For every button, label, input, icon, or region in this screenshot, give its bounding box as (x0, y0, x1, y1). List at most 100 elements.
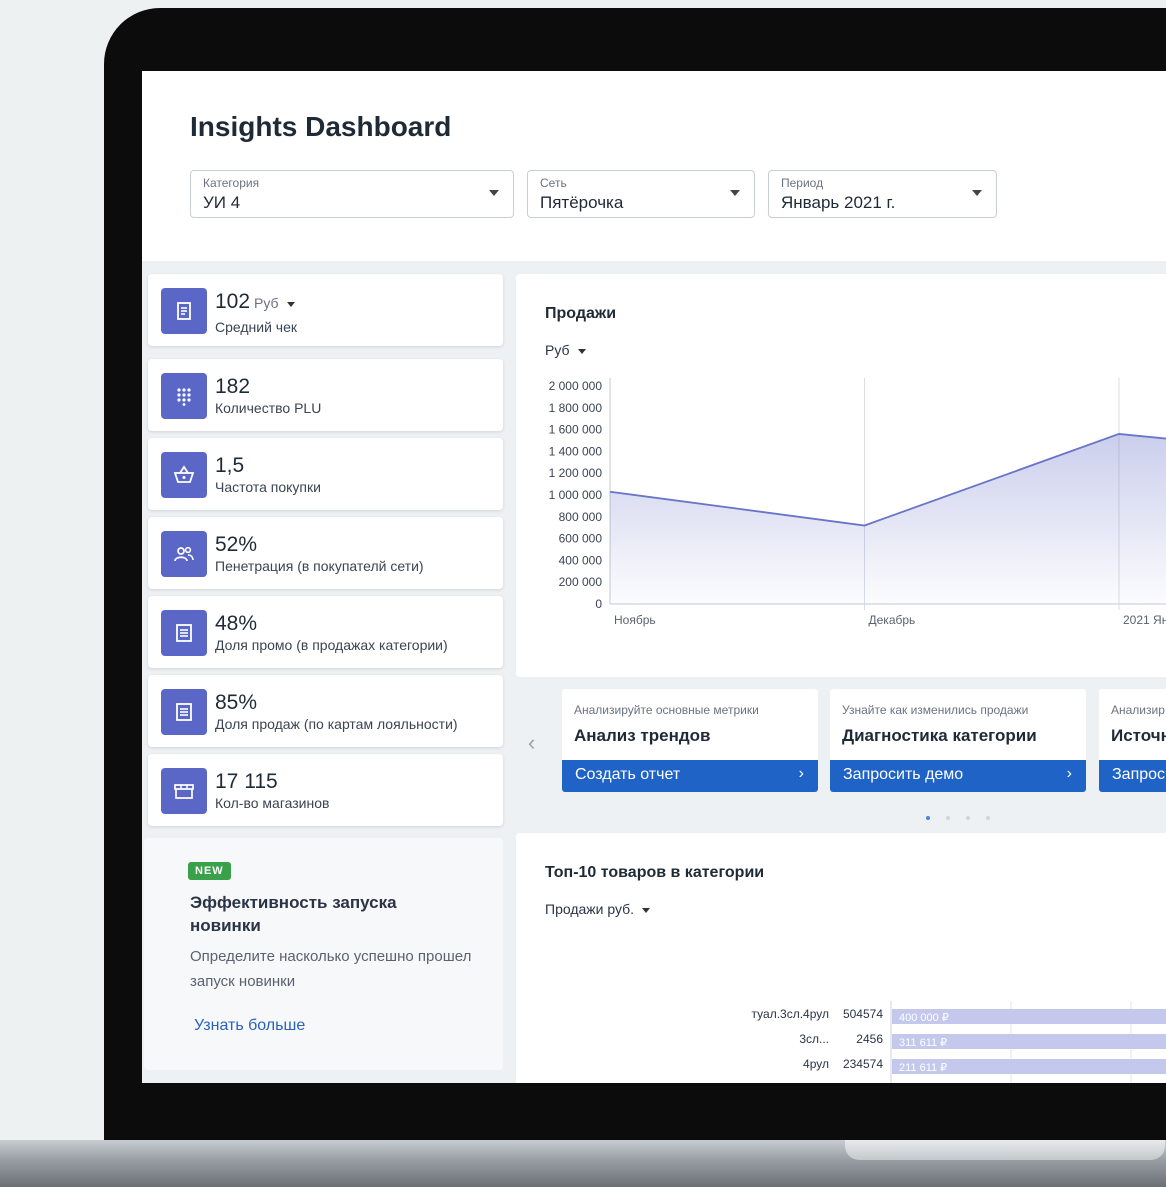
chevron-down-icon (286, 301, 295, 307)
bar-row-name: 4рул (803, 1057, 829, 1071)
network-select-label: Сеть (540, 176, 567, 190)
y-tick-label: 0 (595, 597, 602, 611)
unit-dropdown-label: Руб (254, 295, 279, 311)
y-tick-label: 200 000 (559, 575, 603, 589)
period-select-value: Январь 2021 г. (781, 193, 896, 212)
top10-bar-chart: туал.3сл.4рул 504574 400 000 ₽ 3сл... 2456 31… (752, 1001, 1166, 1083)
button-label: Запросить демо (843, 766, 964, 783)
new-badge: NEW (188, 862, 231, 880)
kpi-value: 52% (215, 533, 258, 556)
kpi-label: Частота покупки (215, 479, 321, 495)
tile-sources: Анализир Источн Запрос (1099, 689, 1166, 792)
kpi-value: 85% (215, 691, 258, 714)
y-tick-label: 400 000 (559, 553, 603, 567)
kpi-value: 48% (215, 612, 258, 635)
tile-subtitle: Анализир (1111, 703, 1165, 717)
pagination-dot[interactable] (926, 816, 930, 820)
bar-row-quantity: 234574 (843, 1057, 883, 1071)
promo-title: Эффективность запуска новинки (190, 893, 397, 935)
kpi-label: Пенетрация (в покупателй сети) (215, 558, 424, 574)
bar-row-quantity: 2456 (856, 1032, 883, 1046)
pagination-dot[interactable] (986, 816, 990, 820)
page-title: Insights Dashboard (190, 111, 452, 142)
category-select-label: Категория (203, 176, 260, 190)
top10-card: Топ-10 товаров в категории Продажи руб. … (516, 833, 1166, 1083)
y-tick-label: 1 400 000 (549, 444, 603, 458)
learn-more-link[interactable]: Узнать больше (194, 1017, 305, 1035)
create-report-button[interactable]: Создать отчет › (562, 760, 818, 792)
request-button[interactable]: Запрос (1099, 760, 1166, 792)
request-demo-button[interactable]: Запросить демо › (830, 760, 1086, 792)
y-tick-label: 1 000 000 (549, 488, 603, 502)
users-icon (161, 531, 207, 577)
chevron-down-icon (489, 190, 499, 196)
tile-title: Диагностика категории (842, 726, 1037, 745)
kpi-value: 1,5 (215, 454, 245, 477)
pagination-dot[interactable] (966, 816, 970, 820)
period-select-label: Период (781, 176, 824, 190)
basket-icon (161, 452, 207, 498)
screen: Insights Dashboard Категория УИ 4 Сеть П… (142, 71, 1166, 1083)
tile-title: Анализ трендов (574, 726, 711, 745)
laptop-base (0, 1140, 1166, 1187)
kpi-plu-count: 182 Количество PLU (148, 359, 503, 431)
y-tick-label: 1 600 000 (549, 423, 603, 437)
period-select[interactable]: Период Январь 2021 г. (768, 170, 997, 218)
receipt-icon (161, 288, 207, 334)
y-tick-label: 600 000 (559, 532, 603, 546)
y-tick-label: 1 200 000 (549, 466, 603, 480)
kpi-label: Доля промо (в продажах категории) (215, 637, 448, 653)
kpi-promo-share: 48% Доля промо (в продажах категории) (148, 596, 503, 668)
kpi-value: 102 (215, 290, 251, 313)
tile-subtitle: Анализируйте основные метрики (574, 703, 759, 717)
chevron-down-icon (730, 190, 740, 196)
network-select-value: Пятёрочка (540, 193, 624, 212)
network-select[interactable]: Сеть Пятёрочка (527, 170, 755, 218)
x-tick-label: Декабрь (869, 613, 916, 627)
bar-row-name: 3сл... (799, 1032, 829, 1046)
bar-row-name: туал.3сл.4рул (752, 1082, 829, 1083)
kpi-value: 182 (215, 375, 251, 398)
bar-value-label: 211 611 ₽ (899, 1062, 947, 1074)
chevron-right-icon: › (798, 765, 804, 782)
unit-dropdown[interactable]: Руб (254, 295, 295, 311)
kpi-value: 17 115 (215, 770, 278, 793)
carousel-pagination (926, 807, 1006, 825)
tile-title: Источн (1111, 726, 1166, 745)
bar-value-label: 311 611 ₽ (899, 1037, 947, 1049)
tile-subtitle: Узнайте как изменились продажи (842, 703, 1029, 717)
bar-row-quantity: 23473 (850, 1082, 884, 1083)
store-icon (161, 768, 207, 814)
chevron-down-icon (972, 190, 982, 196)
header: Insights Dashboard Категория УИ 4 Сеть П… (142, 71, 1166, 261)
kpi-label: Количество PLU (215, 400, 322, 416)
bar-row-quantity: 504574 (843, 1007, 883, 1021)
y-tick-label: 2 000 000 (549, 379, 603, 393)
x-tick-label: 2021 Ян (1123, 613, 1166, 627)
list-icon (161, 689, 207, 735)
dialpad-icon (161, 373, 207, 419)
kpi-penetration: 52% Пенетрация (в покупателй сети) (148, 517, 503, 589)
laptop-notch (845, 1140, 1165, 1160)
category-select-value: УИ 4 (203, 193, 241, 212)
chevron-right-icon: › (1066, 765, 1072, 782)
button-label: Создать отчет (575, 766, 681, 783)
category-select[interactable]: Категория УИ 4 (190, 170, 514, 218)
x-tick-label: Ноябрь (614, 613, 656, 627)
kpi-store-count: 17 115 Кол-во магазинов (148, 754, 503, 826)
kpi-purchase-frequency: 1,5 Частота покупки (148, 438, 503, 510)
sales-card: Продажи Руб 2 000 000 1 800 000 1 600 000 1… (516, 274, 1166, 677)
bar-value-label: 400 000 ₽ (899, 1012, 949, 1024)
tile-category-diagnostics: Узнайте как изменились продажи Диагности… (830, 689, 1086, 792)
kpi-label: Кол-во магазинов (215, 795, 330, 811)
carousel-prev-button[interactable]: ‹ (528, 730, 535, 756)
list-icon (161, 610, 207, 656)
pagination-dot[interactable] (946, 816, 950, 820)
kpi-label: Доля продаж (по картам лояльности) (215, 716, 458, 732)
y-tick-label: 1 800 000 (549, 401, 603, 415)
kpi-label: Средний чек (215, 319, 298, 335)
button-label: Запрос (1112, 766, 1166, 783)
sales-area-fill (610, 433, 1166, 604)
kpi-loyalty-share: 85% Доля продаж (по картам лояльности) (148, 675, 503, 747)
sales-area-chart: 2 000 000 1 800 000 1 600 000 1 400 000 1 20… (549, 378, 1166, 627)
